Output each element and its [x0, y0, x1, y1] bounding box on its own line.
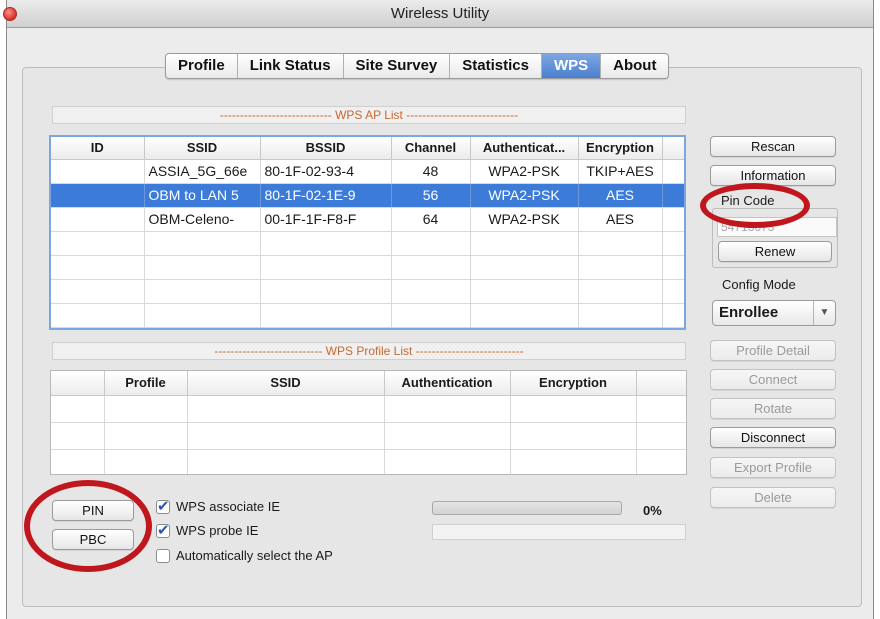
connect-button[interactable]: Connect [710, 369, 836, 390]
profile-table-header: Profile SSID Authentication Encryption [51, 371, 686, 396]
col-encryption[interactable]: Encryption [510, 371, 637, 396]
col-id[interactable]: ID [51, 137, 145, 160]
table-row-empty [51, 255, 684, 280]
wps-ap-table[interactable]: ID SSID BSSID Channel Authenticat... Enc… [49, 135, 686, 330]
wps-profile-table[interactable]: Profile SSID Authentication Encryption [50, 370, 687, 475]
table-row-empty [51, 279, 684, 304]
table-row-empty [51, 422, 686, 450]
tab-wps[interactable]: WPS [541, 54, 602, 78]
close-window-button[interactable] [3, 7, 17, 21]
tab-site-survey[interactable]: Site Survey [344, 54, 451, 78]
wps-status-field [432, 524, 686, 540]
col-ssid[interactable]: SSID [144, 137, 261, 160]
col-profile[interactable]: Profile [104, 371, 188, 396]
table-row[interactable]: OBM-Celeno- 00-1F-1F-F8-F 64 WPA2-PSK AE… [51, 207, 684, 232]
col-ssid[interactable]: SSID [187, 371, 385, 396]
disconnect-button[interactable]: Disconnect [710, 427, 836, 448]
col-authentication[interactable]: Authenticat... [470, 137, 579, 160]
renew-button[interactable]: Renew [718, 241, 832, 262]
wps-associate-ie-option[interactable]: WPS associate IE [156, 497, 280, 515]
pin-pbc-highlight-circle [24, 480, 152, 572]
table-row[interactable]: ASSIA_5G_66e 80-1F-02-93-4 48 WPA2-PSK T… [51, 159, 684, 184]
title-bar: Wireless Utility [3, 0, 873, 28]
tab-link-status[interactable]: Link Status [238, 54, 344, 78]
tab-statistics[interactable]: Statistics [450, 54, 542, 78]
profile-detail-button[interactable]: Profile Detail [710, 340, 836, 361]
auto-select-ap-checkbox[interactable] [156, 548, 170, 563]
auto-select-ap-option[interactable]: Automatically select the AP [156, 548, 333, 563]
tab-bar: Profile Link Status Site Survey Statisti… [165, 53, 670, 79]
col-bssid[interactable]: BSSID [260, 137, 392, 160]
delete-button[interactable]: Delete [710, 487, 836, 508]
wps-probe-ie-checkbox[interactable] [156, 521, 170, 539]
information-button[interactable]: Information [710, 165, 836, 186]
table-row-empty [51, 449, 686, 474]
col-encryption[interactable]: Encryption [578, 137, 663, 160]
rescan-button[interactable]: Rescan [710, 136, 836, 157]
wps-ap-list-label: ---------------------------- WPS AP List… [52, 106, 686, 124]
wps-probe-ie-option[interactable]: WPS probe IE [156, 521, 258, 539]
col-channel[interactable]: Channel [391, 137, 471, 160]
wps-associate-ie-checkbox[interactable] [156, 497, 170, 515]
ap-table-header: ID SSID BSSID Channel Authenticat... Enc… [51, 137, 684, 160]
wps-progress-bar [432, 501, 622, 515]
tab-about[interactable]: About [601, 54, 668, 78]
col-authentication[interactable]: Authentication [384, 371, 511, 396]
rotate-button[interactable]: Rotate [710, 398, 836, 419]
progress-percent: 0% [643, 503, 662, 518]
table-row-empty [51, 303, 684, 328]
window-title: Wireless Utility [390, 5, 490, 22]
table-row-selected[interactable]: OBM to LAN 5 80-1F-02-1E-9 56 WPA2-PSK A… [51, 183, 684, 208]
pin-code-highlight-circle [700, 183, 810, 228]
table-row-empty [51, 231, 684, 256]
export-profile-button[interactable]: Export Profile [710, 457, 836, 478]
config-mode-select[interactable]: Enrollee ▼ [712, 300, 836, 326]
wps-profile-list-label: --------------------------- WPS Profile … [52, 342, 686, 360]
config-mode-label: Config Mode [719, 277, 799, 292]
tab-profile[interactable]: Profile [166, 54, 238, 78]
table-row-empty [51, 395, 686, 423]
chevron-down-icon: ▼ [813, 301, 835, 325]
